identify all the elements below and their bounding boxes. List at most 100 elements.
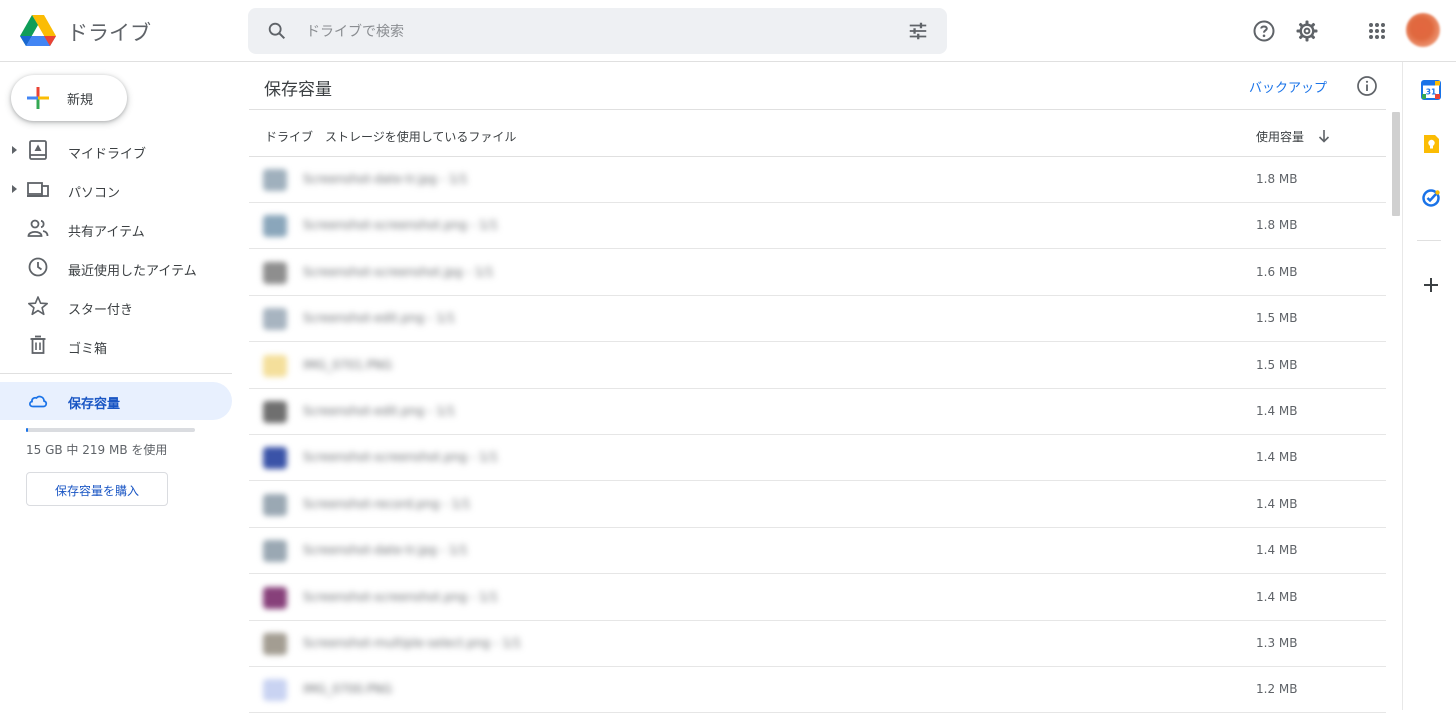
sidebar-item-label: 最近使用したアイテム: [68, 264, 197, 279]
add-addon-icon[interactable]: [1421, 275, 1441, 295]
sidebar-item-label: 共有アイテム: [68, 225, 145, 240]
page-title: 保存容量: [264, 80, 332, 100]
info-icon[interactable]: [1356, 75, 1378, 97]
sort-descending-arrow-icon[interactable]: [1316, 128, 1332, 144]
buy-storage-button[interactable]: 保存容量を購入: [26, 472, 168, 506]
file-thumbnail: [263, 261, 287, 284]
help-icon[interactable]: [1252, 19, 1276, 43]
new-button-label: 新規: [67, 93, 94, 108]
file-size: 1.5 MB: [1256, 357, 1298, 372]
scrollbar-thumb[interactable]: [1392, 112, 1400, 216]
search-input[interactable]: [304, 18, 868, 46]
drive-logo-icon[interactable]: [20, 14, 56, 46]
table-row[interactable]: Screenshot-edit.png - 1/1 1.5 MB: [249, 296, 1386, 343]
backup-link[interactable]: バックアップ: [1249, 77, 1327, 96]
file-name[interactable]: Screenshot-edit.png - 1/1: [303, 404, 455, 418]
file-thumbnail: [263, 401, 287, 423]
computers-icon: [27, 182, 49, 197]
sidebar-item-label: スター付き: [68, 303, 134, 318]
file-name[interactable]: Screenshot-screenshot.png - 1/1: [303, 590, 498, 604]
sidebar-item-label: ゴミ箱: [68, 342, 108, 357]
sidebar-item-storage[interactable]: 保存容量: [0, 382, 232, 420]
file-size: 1.3 MB: [1256, 636, 1298, 650]
file-size: 1.5 MB: [1256, 311, 1298, 326]
table-row[interactable]: IMG_0701.PNG 1.5 MB: [249, 343, 1386, 389]
file-thumbnail: [263, 586, 287, 609]
storage-quota-text: 15 GB 中 219 MB を使用: [26, 443, 168, 457]
expand-arrow-icon[interactable]: [12, 146, 17, 154]
file-size: 1.4 MB: [1256, 543, 1298, 558]
rail-divider: [1417, 240, 1441, 241]
apps-grid-icon[interactable]: [1365, 19, 1389, 43]
table-row[interactable]: Screenshot-date-tr.jpg - 1/1 1.4 MB: [249, 528, 1386, 575]
sidebar-item-computers[interactable]: パソコン: [0, 171, 232, 209]
settings-gear-icon[interactable]: [1295, 19, 1319, 43]
file-size: 1.8 MB: [1256, 172, 1298, 186]
file-name[interactable]: Screenshot-record.png - 1/1: [303, 497, 471, 511]
sidebar-item-starred[interactable]: スター付き: [0, 288, 232, 326]
table-row[interactable]: IMG_0700.PNG 1.2 MB: [249, 667, 1386, 713]
table-row[interactable]: Screenshot-screenshot.png - 1/1 1.4 MB: [249, 435, 1386, 482]
file-size: 1.4 MB: [1256, 404, 1298, 418]
search-options-icon[interactable]: [907, 20, 929, 42]
file-name[interactable]: Screenshot-date-tr.jpg - 1/1: [303, 172, 468, 186]
sidebar-item-label: パソコン: [68, 186, 121, 201]
table-row[interactable]: Screenshot-record.png - 1/1 1.4 MB: [249, 482, 1386, 528]
table-row[interactable]: Screenshot-date-tr.jpg - 1/1 1.8 MB: [249, 157, 1386, 203]
sidebar-item-label: 保存容量: [68, 397, 121, 412]
buy-storage-label: 保存容量を購入: [54, 484, 139, 498]
table-row[interactable]: Screenshot-screenshot.png - 1/1 1.4 MB: [249, 575, 1386, 621]
storage-quota-fill: [26, 428, 29, 432]
file-thumbnail: [263, 215, 287, 238]
file-name[interactable]: Screenshot-edit.png - 1/1: [303, 311, 455, 325]
shared-icon: [27, 219, 49, 237]
account-avatar[interactable]: [1406, 13, 1440, 47]
file-name[interactable]: IMG_0701.PNG: [303, 358, 392, 372]
side-panel-rail: [1402, 62, 1456, 710]
sidebar-item-my-drive[interactable]: マイドライブ: [0, 132, 232, 170]
sidebar-item-trash[interactable]: ゴミ箱: [0, 327, 232, 365]
table-row[interactable]: Screenshot-screenshot.jpg - 1/1 1.6 MB: [249, 250, 1386, 296]
file-name[interactable]: Screenshot-screenshot.png - 1/1: [303, 450, 498, 464]
file-name[interactable]: Screenshot-date-tr.jpg - 1/1: [303, 543, 468, 557]
calendar-icon[interactable]: 31: [1421, 80, 1441, 100]
recent-clock-icon: [28, 257, 48, 277]
top-bar: ドライブ: [0, 0, 1456, 62]
column-header-name: ドライブ ストレージを使用しているファイル: [265, 130, 517, 144]
file-thumbnail: [263, 308, 287, 331]
expand-arrow-icon[interactable]: [12, 185, 17, 193]
file-name[interactable]: IMG_0700.PNG: [303, 682, 392, 696]
file-size: 1.2 MB: [1256, 682, 1298, 697]
table-row[interactable]: Screenshot-multiple-select.png - 1/1 1.3 …: [249, 621, 1386, 667]
new-button[interactable]: 新規: [11, 75, 127, 121]
keep-icon[interactable]: [1421, 134, 1441, 154]
column-header-size[interactable]: 使用容量: [1256, 128, 1304, 145]
star-icon: [27, 296, 49, 316]
sidebar-item-label: マイドライブ: [68, 147, 147, 162]
svg-text:31: 31: [1426, 88, 1436, 97]
file-thumbnail: [263, 354, 287, 377]
file-name[interactable]: Screenshot-screenshot.png - 1/1: [303, 218, 498, 232]
trash-icon: [30, 335, 46, 354]
file-size: 1.4 MB: [1256, 496, 1298, 511]
file-name[interactable]: Screenshot-screenshot.jpg - 1/1: [303, 265, 494, 279]
storage-quota-bar: [26, 428, 195, 432]
search-icon[interactable]: [266, 20, 288, 42]
file-thumbnail: [263, 633, 287, 655]
file-thumbnail: [263, 169, 287, 191]
sidebar-item-recent[interactable]: 最近使用したアイテム: [0, 249, 232, 287]
file-thumbnail: [263, 493, 287, 516]
table-row[interactable]: Screenshot-screenshot.png - 1/1 1.8 MB: [249, 203, 1386, 250]
sidebar-item-shared[interactable]: 共有アイテム: [0, 210, 232, 248]
app-title[interactable]: ドライブ: [67, 17, 151, 47]
plus-icon: [27, 87, 49, 109]
file-thumbnail: [263, 447, 287, 470]
table-row[interactable]: Screenshot-edit.png - 1/1 1.4 MB: [249, 389, 1386, 435]
file-name[interactable]: Screenshot-multiple-select.png - 1/1: [303, 636, 521, 650]
header-divider: [249, 109, 1386, 110]
sidebar-divider: [0, 373, 232, 374]
file-size: 1.8 MB: [1256, 218, 1298, 233]
file-size: 1.4 MB: [1256, 450, 1298, 465]
search-bar[interactable]: [248, 8, 947, 54]
tasks-icon[interactable]: [1421, 188, 1441, 208]
